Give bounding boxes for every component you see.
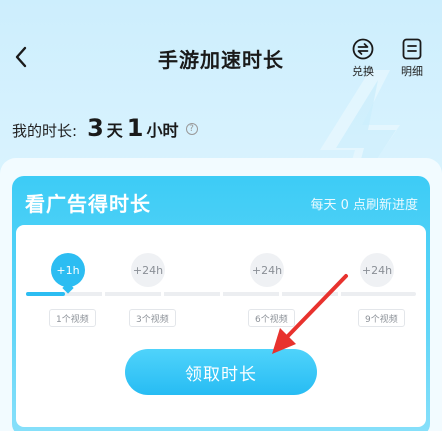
step-1-video-count: 1个视频 bbox=[49, 309, 96, 327]
reward-step-2-value: +24h bbox=[132, 263, 164, 277]
list-detail-icon bbox=[402, 38, 422, 60]
progress-divider bbox=[161, 291, 164, 297]
balance-label: 我的时长: bbox=[12, 122, 78, 140]
progress-divider bbox=[102, 291, 105, 297]
pointer-arrow-annotation bbox=[272, 274, 348, 354]
top-bar: 手游加速时长 兑换 明细 bbox=[0, 0, 442, 100]
balance-row: 我的时长: 3 天 1 小时 ? bbox=[12, 114, 198, 144]
ad-card-title: 看广告得时长 bbox=[25, 192, 151, 216]
balance-days-unit: 天 bbox=[106, 121, 123, 140]
exchange-icon bbox=[352, 38, 374, 60]
balance-days: 3 bbox=[87, 114, 104, 142]
balance-hours: 1 bbox=[126, 114, 144, 142]
ad-card-refresh-hint: 每天 0 点刷新进度 bbox=[310, 198, 418, 213]
step-2-video-count: 3个视频 bbox=[129, 309, 176, 327]
detail-label: 明细 bbox=[401, 65, 423, 78]
reward-step-1: +1h bbox=[51, 253, 85, 294]
content-panel: 看广告得时长 每天 0 点刷新进度 +1h +24h +24h +24h 1个视… bbox=[0, 158, 442, 431]
progress-divider bbox=[220, 291, 223, 297]
detail-button[interactable]: 明细 bbox=[392, 38, 432, 84]
reward-step-4: +24h bbox=[360, 253, 394, 287]
exchange-label: 兑换 bbox=[352, 65, 374, 78]
reward-step-1-value: +1h bbox=[56, 263, 80, 277]
progress-fill bbox=[26, 292, 65, 296]
reward-step-2: +24h bbox=[131, 253, 165, 287]
question-icon[interactable]: ? bbox=[185, 123, 198, 135]
reward-progress-panel: +1h +24h +24h +24h 1个视频 3个视频 6个视频 9个视频 领… bbox=[16, 225, 426, 427]
balance-hours-unit: 小时 bbox=[146, 121, 179, 140]
exchange-button[interactable]: 兑换 bbox=[343, 38, 383, 84]
reward-step-4-value: +24h bbox=[361, 263, 393, 277]
step-4-video-count: 9个视频 bbox=[358, 309, 405, 327]
ad-reward-card: 看广告得时长 每天 0 点刷新进度 +1h +24h +24h +24h 1个视… bbox=[12, 176, 430, 431]
